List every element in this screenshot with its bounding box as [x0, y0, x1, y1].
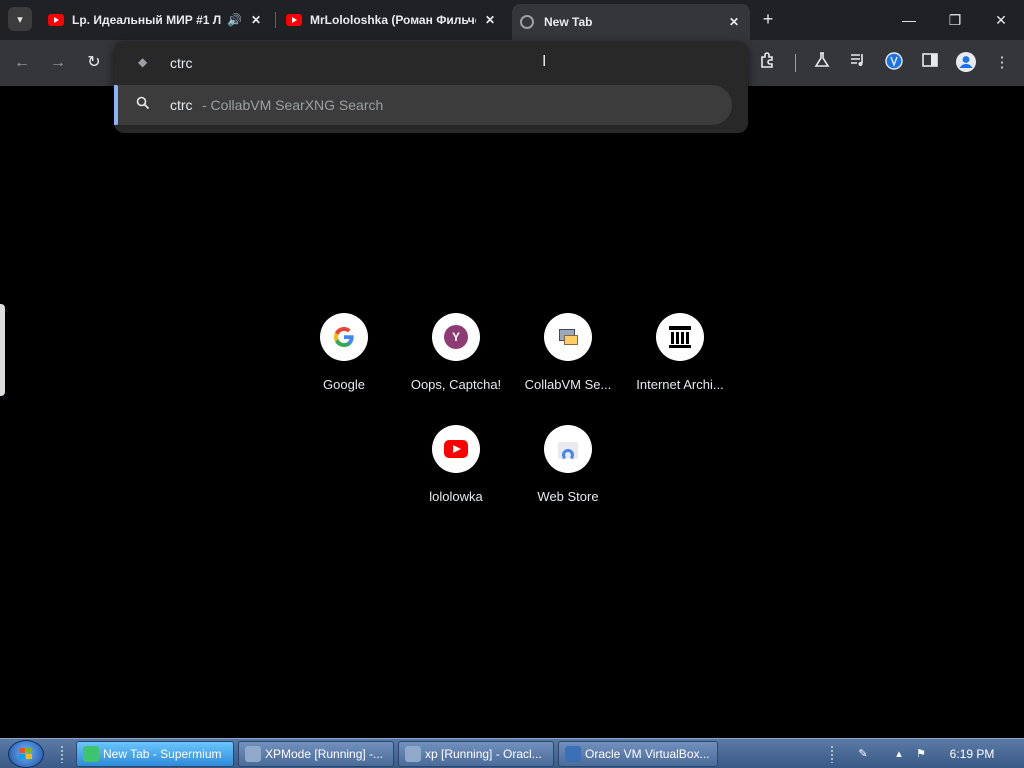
tab-2[interactable]: MrLololoshka (Роман Фильчен ✕: [278, 6, 506, 34]
taskbar-button-supermium[interactable]: New Tab - Supermium: [76, 741, 234, 767]
extensions-icon[interactable]: [756, 51, 780, 75]
omnibox-suggestion[interactable]: ctrc - CollabVM SearXNG Search: [114, 85, 732, 125]
taskbar-button-xpmode[interactable]: XPMode [Running] -...: [238, 741, 394, 767]
virtualbox-icon: [565, 746, 581, 762]
suggestion-query: ctrc: [170, 97, 193, 113]
minimize-button[interactable]: —: [886, 0, 932, 40]
new-tab-button[interactable]: +: [757, 8, 779, 30]
taskbar-grip[interactable]: [60, 745, 64, 763]
shortcut-icon-circle: [544, 313, 592, 361]
web-store-icon: [556, 437, 580, 461]
omnibox-popup: ◆ ctrc I ctrc - CollabVM SearXNG Search: [114, 41, 748, 133]
profile-icon[interactable]: [954, 51, 978, 75]
taskbar-button-label: xp [Running] - Oracl...: [425, 747, 542, 761]
text-cursor-icon: I: [542, 53, 547, 70]
suggestion-description: - CollabVM SearXNG Search: [202, 97, 384, 113]
side-panel-handle[interactable]: [0, 304, 5, 396]
forward-button[interactable]: →: [46, 51, 70, 75]
youtube-icon: [444, 440, 468, 458]
speaker-icon[interactable]: 🔊: [227, 13, 242, 27]
taskbar-button-label: XPMode [Running] -...: [265, 747, 384, 761]
restore-button[interactable]: ❐: [932, 0, 978, 40]
youtube-icon: [286, 14, 302, 26]
shortcut-web-store[interactable]: Web Store: [512, 425, 624, 525]
back-button[interactable]: ←: [10, 51, 34, 75]
tab-title: MrLololoshka (Роман Фильчен: [310, 13, 476, 27]
tab-title: Lp. Идеальный МИР #1 Л: [72, 13, 222, 27]
taskbar-button-label: New Tab - Supermium: [103, 747, 222, 761]
shortcut-icon-circle: [320, 313, 368, 361]
omnibox-input[interactable]: ctrc: [170, 55, 193, 71]
shortcut-icon-circle: Y: [432, 313, 480, 361]
close-icon[interactable]: ✕: [248, 13, 264, 27]
screen: { "browser": { "tabs": [ {"title": "Lp. …: [0, 0, 1024, 768]
start-button[interactable]: [8, 740, 44, 768]
taskbar-button-virtualbox[interactable]: Oracle VM VirtualBox...: [558, 741, 718, 767]
labs-icon[interactable]: [810, 51, 834, 75]
tab-divider: [275, 12, 276, 28]
tray-grip[interactable]: [830, 745, 834, 763]
shortcut-icon-circle: [544, 425, 592, 473]
tab-1[interactable]: Lp. Идеальный МИР #1 Л 🔊 ✕: [40, 6, 272, 34]
shortcut-google[interactable]: Google: [288, 313, 400, 413]
virtualbox-vm-icon: [405, 746, 421, 762]
media-controls-icon[interactable]: [846, 51, 870, 75]
close-icon[interactable]: ✕: [482, 13, 498, 27]
shortcut-oops-captcha[interactable]: Y Oops, Captcha!: [400, 313, 512, 413]
shortcut-label: CollabVM Se...: [524, 377, 612, 392]
youtube-icon: [48, 14, 64, 26]
toolbar-divider: [795, 54, 796, 72]
google-icon: [334, 327, 354, 347]
taskbar-button-label: Oracle VM VirtualBox...: [585, 747, 710, 761]
shortcut-label: Internet Archi...: [636, 377, 724, 392]
omnibox-input-row[interactable]: ◆ ctrc I: [114, 41, 748, 85]
site-info-icon[interactable]: ◆: [138, 55, 152, 69]
suggestion-selected-indicator: [114, 85, 118, 125]
shortcut-label: Web Store: [537, 489, 599, 504]
shortcut-internet-archive[interactable]: Internet Archi...: [624, 313, 736, 413]
collabvm-icon: [556, 325, 580, 349]
y-icon: Y: [444, 325, 468, 349]
shortcut-label: Google: [323, 377, 365, 392]
clock[interactable]: 6:19 PM: [940, 747, 1004, 761]
taskbar: New Tab - Supermium XPMode [Running] -..…: [0, 738, 1024, 768]
close-icon[interactable]: ✕: [726, 15, 742, 29]
tab-strip: ▾ Lp. Идеальный МИР #1 Л 🔊 ✕ MrLololoshk…: [0, 0, 1024, 40]
chevron-down-icon: ▾: [17, 13, 23, 26]
shortcut-lololowka[interactable]: lololowka: [400, 425, 512, 525]
globe-icon: [520, 15, 534, 29]
supermium-icon: [83, 746, 99, 762]
shortcut-label: Oops, Captcha!: [410, 377, 502, 392]
taskbar-button-xp[interactable]: xp [Running] - Oracl...: [398, 741, 554, 767]
reload-button[interactable]: ↻: [82, 51, 106, 75]
tab-search-button[interactable]: ▾: [8, 7, 32, 31]
side-panel-icon[interactable]: [918, 51, 942, 75]
action-center-flag-icon[interactable]: ⚑: [914, 747, 928, 761]
close-window-button[interactable]: ✕: [978, 0, 1024, 40]
tab-title: New Tab: [544, 15, 593, 29]
shortcut-icon-circle: [432, 425, 480, 473]
tab-3-active[interactable]: New Tab ✕: [512, 4, 750, 40]
shortcut-label: lololowka: [429, 489, 483, 504]
windows-logo-icon: [19, 748, 33, 760]
search-icon: [136, 96, 150, 113]
shortcut-icon-circle: [656, 313, 704, 361]
shortcut-collabvm[interactable]: CollabVM Se...: [512, 313, 624, 413]
internet-archive-icon: [668, 325, 692, 349]
tray-pen-icon[interactable]: ✎: [856, 747, 870, 761]
vpn-icon[interactable]: [882, 51, 906, 75]
show-hidden-icons-icon[interactable]: ▴: [892, 747, 906, 761]
virtualbox-vm-icon: [245, 746, 261, 762]
menu-icon[interactable]: ⋮: [990, 51, 1014, 75]
